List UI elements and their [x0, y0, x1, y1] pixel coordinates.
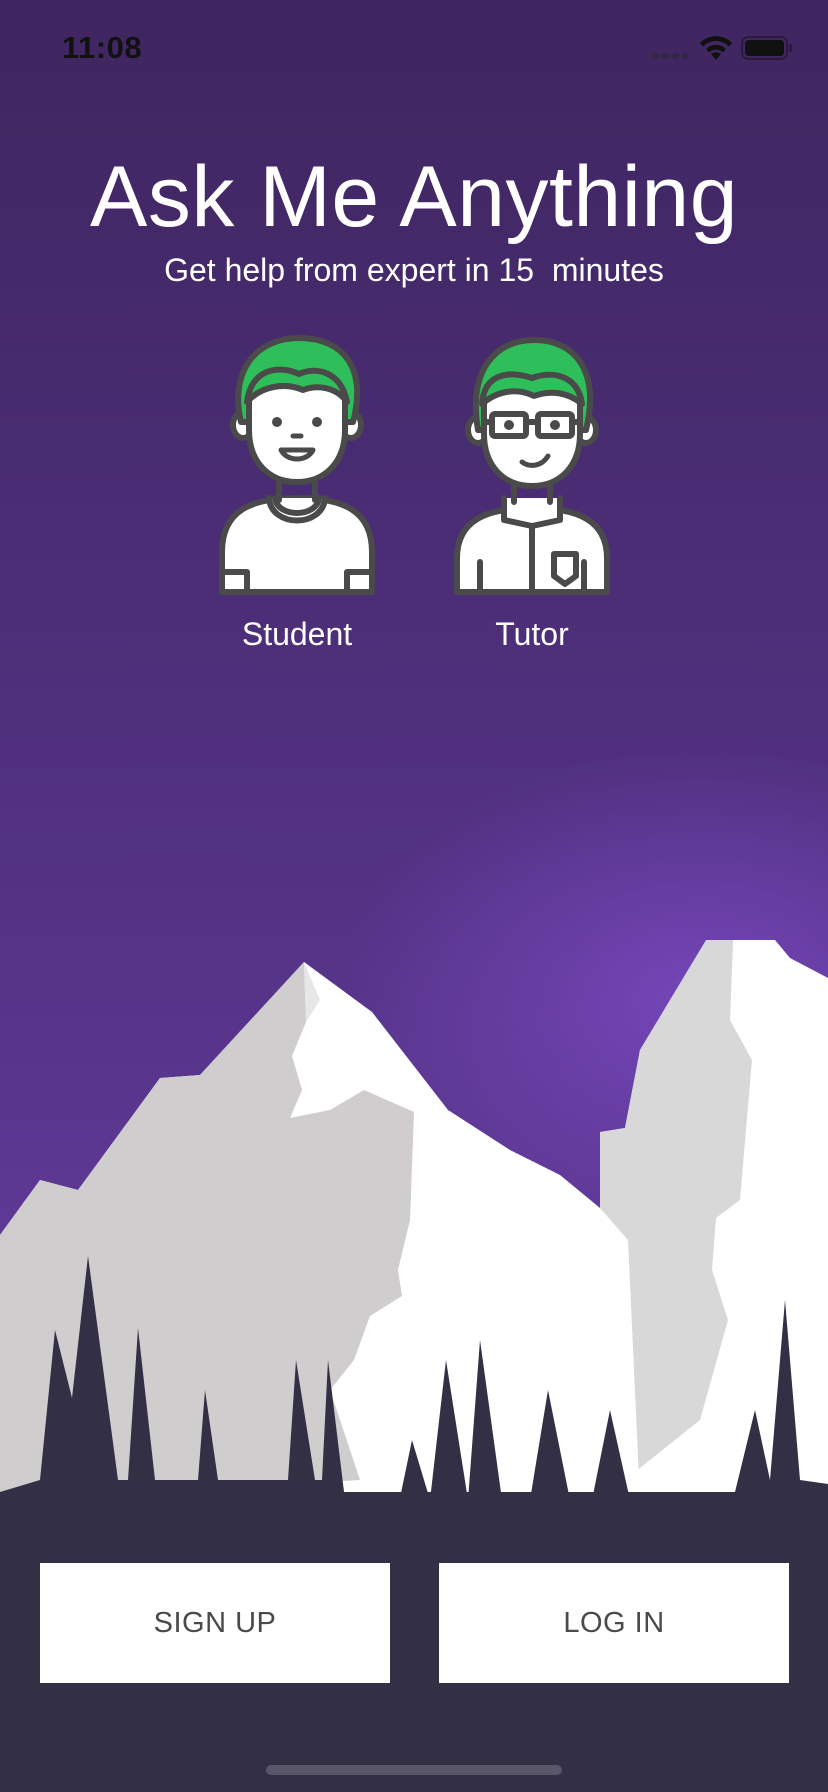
tutor-avatar-icon [454, 337, 610, 595]
sign-up-button[interactable]: SIGN UP [40, 1563, 390, 1683]
welcome-screen: 11:08 Ask Me Anything Get help from expe… [0, 0, 828, 1792]
wifi-icon [700, 36, 732, 60]
home-indicator[interactable] [266, 1765, 562, 1775]
page-title: Ask Me Anything [89, 149, 739, 245]
student-avatar-icon [219, 335, 375, 595]
status-time: 11:08 [62, 30, 143, 65]
role-student-label: Student [241, 616, 353, 652]
role-student[interactable]: Student [197, 330, 397, 653]
page-subtitle: Get help from expert in 15 minutes [164, 252, 664, 288]
role-tutor[interactable]: Tutor [432, 330, 632, 653]
cellular-signal-icon [652, 53, 689, 59]
battery-icon [741, 36, 792, 60]
log-in-button[interactable]: LOG IN [439, 1563, 789, 1683]
role-tutor-label: Tutor [495, 616, 569, 652]
status-bar: 11:08 [0, 0, 828, 100]
